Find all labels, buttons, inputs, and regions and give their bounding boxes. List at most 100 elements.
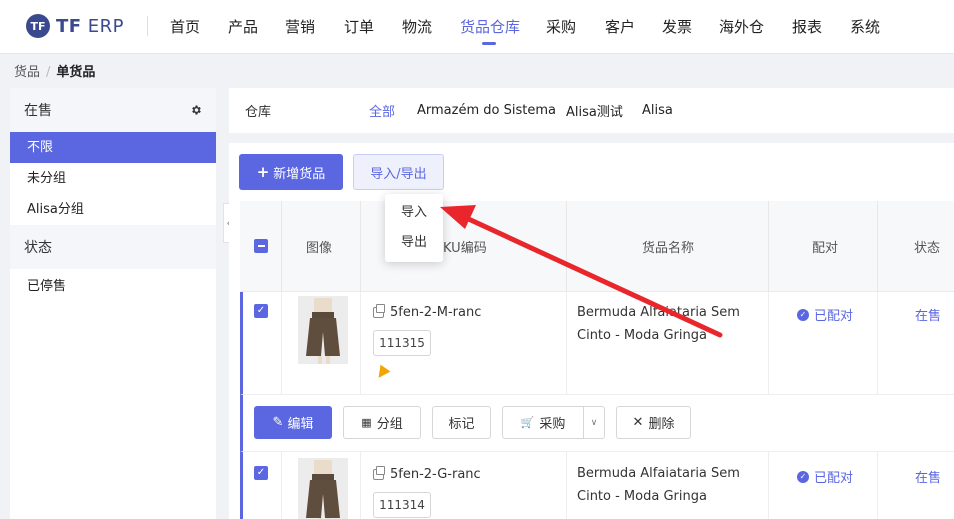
- sidebar-section-title: 在售: [24, 103, 52, 119]
- sku-text[interactable]: 5fen-2-G-ranc: [373, 466, 481, 482]
- gear-icon[interactable]: [190, 104, 202, 116]
- header-paired: 配对: [812, 241, 839, 256]
- status-badge[interactable]: 在售: [915, 467, 941, 486]
- copy-icon[interactable]: [373, 466, 385, 480]
- logo-icon: TF: [26, 14, 50, 38]
- select-all-checkbox[interactable]: [254, 239, 268, 253]
- plus-icon: +: [256, 163, 270, 181]
- top-navigation-bar: TF TF ERP 首页 产品 营销 订单 物流 货品仓库 采购 客户 发票 海…: [0, 0, 954, 54]
- table-row: ✓ 5fen-2-G-ranc 111314 Bermuda Alfaiatar…: [240, 452, 954, 519]
- sku-text[interactable]: 5fen-2-M-ranc: [373, 304, 481, 320]
- filter-sidebar: 在售 不限 未分组 Alisa分组 状态 已停售: [10, 88, 216, 519]
- status-badge[interactable]: 在售: [915, 305, 941, 324]
- nav-invoices[interactable]: 发票: [662, 16, 692, 37]
- product-image: [298, 296, 348, 364]
- import-export-button[interactable]: 导入/导出: [353, 154, 444, 190]
- nav-products[interactable]: 产品: [228, 16, 258, 37]
- cart-icon: 🛒: [520, 416, 535, 429]
- product-thumbnail[interactable]: [298, 458, 348, 519]
- check-icon: ✓: [256, 467, 266, 478]
- column-divider: [360, 201, 361, 292]
- column-divider: [877, 452, 878, 519]
- product-name[interactable]: Bermuda Alfaiataria Sem Cinto - Moda Gri…: [577, 462, 777, 508]
- column-divider: [281, 452, 282, 519]
- column-divider: [566, 292, 567, 395]
- sidebar-item-alisa-group[interactable]: Alisa分组: [10, 194, 216, 225]
- nav-system[interactable]: 系统: [850, 16, 880, 37]
- sidebar-section-title: 状态: [24, 240, 52, 256]
- column-divider: [877, 292, 878, 395]
- nav-orders[interactable]: 订单: [344, 16, 374, 37]
- product-code-badge: 111315: [373, 330, 431, 356]
- delete-button[interactable]: ✕ 删除: [616, 406, 691, 439]
- row-checkbox[interactable]: ✓: [254, 304, 268, 318]
- check-circle-icon: ✓: [797, 308, 809, 321]
- warehouse-option-alisa-test[interactable]: Alisa测试: [566, 101, 623, 120]
- sidebar-item-all[interactable]: 不限: [10, 132, 216, 163]
- header-product-name: 货品名称: [642, 241, 695, 256]
- sidebar-item-ungrouped[interactable]: 未分组: [10, 163, 216, 194]
- header-sku: KU编码: [443, 241, 487, 256]
- nav-overseas-warehouse[interactable]: 海外仓: [719, 16, 764, 37]
- paired-status: ✓ 已配对: [797, 467, 853, 486]
- warehouse-option-system[interactable]: Armazém do Sistema: [417, 103, 556, 118]
- close-icon: ✕: [632, 415, 644, 430]
- column-divider: [566, 452, 567, 519]
- product-name[interactable]: Bermuda Alfaiataria Sem Cinto - Moda Gri…: [577, 301, 777, 347]
- purchase-button[interactable]: 🛒 采购: [502, 406, 584, 439]
- app-logo[interactable]: TF TF ERP: [26, 14, 124, 38]
- import-export-dropdown: 导入 导出: [385, 194, 443, 262]
- column-divider: [768, 292, 769, 395]
- sidebar-section-on-sale: 在售: [10, 88, 216, 132]
- nav-customers[interactable]: 客户: [605, 16, 635, 37]
- column-divider: [768, 452, 769, 519]
- product-code-badge: 111314: [373, 492, 431, 518]
- product-image: [298, 458, 348, 519]
- warehouse-option-alisa[interactable]: Alisa: [642, 103, 673, 118]
- nav-marketing[interactable]: 营销: [285, 16, 315, 37]
- warehouse-filter-bar: 仓库 全部 Armazém do Sistema Alisa测试 Alisa: [229, 88, 954, 133]
- warehouse-option-all[interactable]: 全部: [369, 101, 395, 120]
- purchase-dropdown-toggle[interactable]: ∨: [583, 406, 605, 439]
- group-button[interactable]: ▦ 分组: [343, 406, 421, 439]
- warehouse-label: 仓库: [245, 105, 272, 120]
- minus-icon: [257, 245, 265, 247]
- pin-icon: [373, 364, 391, 382]
- header-status: 状态: [914, 241, 941, 256]
- dropdown-import[interactable]: 导入: [385, 198, 443, 228]
- nav-active-indicator: [482, 42, 496, 45]
- breadcrumb: 货品 / 单货品: [14, 61, 95, 80]
- nav-home[interactable]: 首页: [170, 16, 200, 37]
- grid-icon: ▦: [361, 416, 372, 429]
- column-divider: [360, 292, 361, 395]
- add-product-button[interactable]: + 新增货品: [239, 154, 343, 190]
- header-image: 图像: [306, 241, 333, 256]
- nav-warehouse[interactable]: 货品仓库: [460, 16, 520, 37]
- paired-status: ✓ 已配对: [797, 305, 853, 324]
- breadcrumb-current: 单货品: [56, 65, 96, 80]
- check-icon: ✓: [256, 305, 266, 316]
- row-checkbox[interactable]: ✓: [254, 466, 268, 480]
- logo-divider: [147, 16, 148, 36]
- tag-button[interactable]: 标记: [432, 406, 491, 439]
- column-divider: [877, 201, 878, 292]
- product-thumbnail[interactable]: [298, 296, 348, 364]
- pencil-icon: ✎: [272, 415, 284, 430]
- table-header: 图像 KU编码 货品名称 配对 状态: [240, 201, 954, 292]
- column-divider: [281, 292, 282, 395]
- column-divider: [566, 201, 567, 292]
- edit-button[interactable]: ✎ 编辑: [254, 406, 332, 439]
- nav-purchase[interactable]: 采购: [546, 16, 576, 37]
- column-divider: [281, 201, 282, 292]
- breadcrumb-root[interactable]: 货品: [14, 65, 40, 80]
- copy-icon[interactable]: [373, 304, 385, 318]
- sidebar-item-discontinued[interactable]: 已停售: [10, 271, 216, 302]
- column-divider: [360, 452, 361, 519]
- nav-logistics[interactable]: 物流: [402, 16, 432, 37]
- table-row: ✓ 5fen-2-M-ranc 111315 Bermuda Alfaiatar…: [240, 292, 954, 395]
- check-circle-icon: ✓: [797, 470, 809, 483]
- nav-reports[interactable]: 报表: [792, 16, 822, 37]
- column-divider: [768, 201, 769, 292]
- dropdown-export[interactable]: 导出: [385, 228, 443, 258]
- sidebar-section-status: 状态: [10, 225, 216, 269]
